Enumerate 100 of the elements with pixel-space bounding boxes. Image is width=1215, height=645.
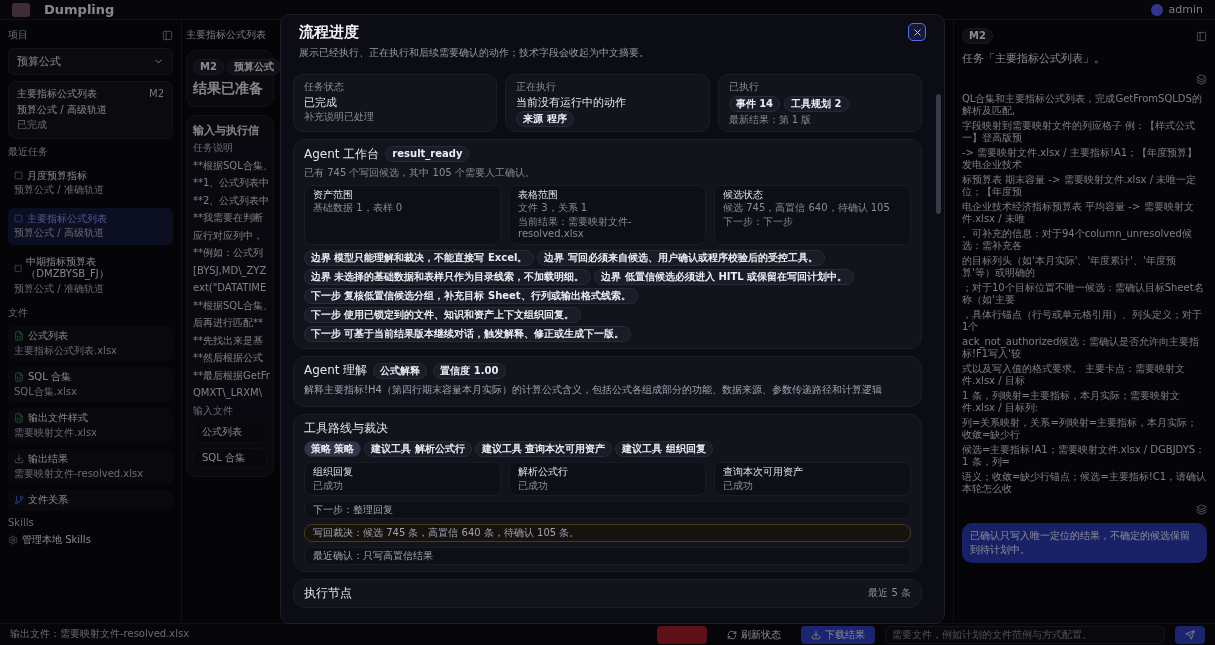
card-text: 下一步：下一步 bbox=[723, 215, 794, 228]
task-item[interactable]: 主要指标公式列表 预算公式 / 高级轨道 bbox=[8, 207, 173, 245]
field-label: 输入文件 bbox=[193, 404, 234, 418]
section-summary: 已有 745 个写回候选，其中 105 个需要人工确认。 bbox=[304, 167, 536, 180]
spreadsheet-icon bbox=[14, 413, 24, 424]
close-button[interactable] bbox=[908, 23, 926, 41]
task-item[interactable]: 月度预算指标 预算公式 / 准确轨道 bbox=[8, 164, 173, 202]
card-text: 当前结果：需要映射文件-resolved.xlsx bbox=[518, 215, 633, 241]
section-title: 执行节点 bbox=[304, 586, 352, 601]
file-item[interactable]: 输出结果 需要映射文件-resolved.xlsx bbox=[8, 449, 173, 484]
tool-chip[interactable]: 策略 策略 bbox=[304, 441, 362, 457]
chat-text-line: 候选=主要指标!A1；需要映射文件.xlsx / DGBJDYS：1 条，列= bbox=[962, 443, 1207, 469]
refresh-button[interactable]: 刷新状态 bbox=[717, 625, 791, 644]
status-tag: result_ready bbox=[385, 146, 470, 162]
card-title: 输入与执行信 bbox=[193, 123, 260, 138]
dialog-title: 流程进度 bbox=[299, 23, 360, 42]
description-line: **例如：公式列 bbox=[193, 247, 264, 260]
stat-label: 已执行 bbox=[728, 81, 760, 94]
section-title: Agent 理解 bbox=[304, 363, 368, 378]
skills-link[interactable]: 管理本地 Skills bbox=[22, 533, 91, 546]
file-name: 公式列表 bbox=[28, 330, 68, 343]
hint-tag: 边界 低置信候选必须进入 HITL 或保留在写回计划中。 bbox=[594, 268, 855, 285]
file-item[interactable]: SQL 合集 SQL合集.xlsx bbox=[8, 367, 173, 402]
section-label: 项目 bbox=[8, 28, 28, 42]
hint-tag: 边界 模型只能理解和裁决，不能直接写 Excel。 bbox=[304, 249, 535, 266]
tag: M2 bbox=[193, 59, 224, 75]
card-status: 已成功 bbox=[723, 479, 754, 492]
input-file-item[interactable]: SQL 合集 bbox=[193, 447, 267, 469]
stat-value: 已完成 bbox=[304, 95, 338, 110]
card-text: 基础数据 1，表样 0 bbox=[313, 202, 404, 215]
task-subtitle: 预算公式 / 高级轨道 bbox=[17, 103, 108, 116]
checkbox-icon bbox=[14, 214, 23, 224]
chat-text-line: -> 需要映射文件.xlsx / 主要指标!A1；【年度预算】发电企业技术 bbox=[962, 146, 1199, 172]
send-button[interactable] bbox=[1175, 625, 1205, 644]
panel-icon[interactable] bbox=[162, 29, 173, 41]
description-line: **2、公式列表中 bbox=[193, 194, 267, 208]
download-button[interactable]: 下载结果 bbox=[801, 625, 875, 644]
input-file-item[interactable]: 公式列表 bbox=[193, 422, 267, 443]
chat-text-line: QL合集和主要指标公式列表，完成GetFromSQLDS的解析及匹配, bbox=[962, 92, 1203, 118]
description-line: **1、公式列表中 bbox=[193, 177, 267, 190]
file-path: 需要映射文件.xlsx bbox=[14, 426, 98, 439]
section-title: Agent 工作台 bbox=[304, 146, 380, 162]
checkbox-icon bbox=[14, 263, 23, 273]
chat-text-line: 1 条，列映射=主要指标，本月实际；需要映射文件.xlsx / 目标列: bbox=[962, 389, 1181, 415]
message-input[interactable]: 需要文件，例如计划的文件范例与方式配置。 bbox=[885, 625, 1165, 644]
description-line: [BYSJ,MD\_ZYZ bbox=[193, 264, 267, 278]
chat-text-line: 。可补充的信息：对于94个column_unresolved候选：需补充各 bbox=[962, 227, 1193, 253]
chat-text-line: 标预算表 期末容量 -> 需要映射文件.xlsx / 未唯一定位；【年度预 bbox=[962, 173, 1198, 199]
close-icon bbox=[911, 26, 923, 38]
section-label: 文件 bbox=[8, 306, 29, 320]
user-avatar bbox=[1150, 3, 1163, 16]
description-line: **先找出来是基 bbox=[193, 334, 264, 348]
file-path: 需要映射文件-resolved.xlsx bbox=[14, 467, 145, 480]
tool-chip[interactable]: 建议工具 查询本次可用资产 bbox=[474, 441, 613, 457]
layers-icon[interactable] bbox=[1196, 73, 1207, 85]
danger-button[interactable] bbox=[657, 625, 707, 644]
chat-text-line: 的目标列头（如'本月实际'、'年度累计'、'年度预算'等）或明确的 bbox=[962, 254, 1177, 280]
panel-icon[interactable] bbox=[1196, 30, 1207, 42]
card-title: 表格范围 bbox=[518, 188, 559, 201]
description-line: **根据SQL合集、 bbox=[193, 159, 267, 173]
task-status: 已完成 bbox=[17, 119, 48, 132]
file-item[interactable]: 输出文件样式 需要映射文件.xlsx bbox=[8, 408, 173, 443]
task-item[interactable]: 中期指标预算表（DMZBYSB_FJ） 预算公式 / 准确轨道 bbox=[8, 250, 173, 300]
file-item[interactable]: 公式列表 主要指标公式列表.xlsx bbox=[8, 326, 173, 361]
tool-chip[interactable]: 建议工具 组织回复 bbox=[615, 441, 713, 457]
task-title: 月度预算指标 bbox=[27, 169, 87, 182]
current-task-card[interactable]: 主要指标公式列表 M2 预算公式 / 高级轨道 已完成 bbox=[8, 81, 173, 139]
send-icon bbox=[1185, 629, 1195, 640]
card-title: 候选状态 bbox=[723, 188, 764, 201]
spreadsheet-icon bbox=[14, 372, 24, 383]
info-row: 最近确认：只写高置信结果 bbox=[304, 547, 911, 565]
task-title: 主要指标公式列表 bbox=[27, 212, 107, 225]
result-title: 结果已准备 bbox=[193, 80, 264, 98]
chat-message: 任务「主要指标公式列表」。 bbox=[962, 52, 1106, 66]
dialog-subtitle: 展示已经执行、正在执行和后续需要确认的动作；技术字段会收起为中文摘要。 bbox=[299, 46, 649, 60]
hint-tag: 下一步 复核低置信候选分组，补充目标 Sheet、行列或输出格式线索。 bbox=[304, 287, 638, 304]
layers-icon[interactable] bbox=[1196, 503, 1207, 515]
checkbox-icon bbox=[14, 171, 23, 181]
file-item[interactable]: 文件关系 bbox=[8, 490, 173, 511]
node-count: 最近 5 条 bbox=[868, 587, 911, 600]
description-line: **根据SQL合集、 bbox=[193, 299, 267, 313]
task-title: 中期指标预算表（DMZBYSB_FJ） bbox=[26, 255, 110, 281]
settings-icon bbox=[8, 534, 18, 545]
description-line: **我需要在判断 bbox=[193, 212, 264, 225]
card-title: 解析公式行 bbox=[518, 466, 569, 479]
task-subtitle: 预算公式 / 准确轨道 bbox=[14, 282, 105, 295]
tag: 来源 程序 bbox=[516, 111, 574, 128]
user-name[interactable]: admin bbox=[1168, 3, 1203, 16]
description-line: ext("DATATIME bbox=[193, 282, 267, 295]
tool-chip[interactable]: 建议工具 解析公式行 bbox=[364, 441, 472, 457]
card-status: 已成功 bbox=[518, 479, 549, 492]
info-row: 下一步：整理回复 bbox=[304, 501, 911, 519]
download-icon bbox=[14, 454, 24, 465]
branch-icon bbox=[14, 495, 24, 506]
field-label: 任务说明 bbox=[193, 142, 234, 155]
project-select[interactable]: 预算公式 bbox=[8, 48, 173, 75]
tag: M2 bbox=[962, 28, 993, 44]
section-label: 最近任务 bbox=[8, 144, 49, 159]
chat-text-line: 电企业技术经济指标预算表 平均容量 -> 需要映射文件.xlsx / 未唯 bbox=[962, 200, 1195, 226]
description-line: 应行对应列中， bbox=[193, 229, 264, 243]
